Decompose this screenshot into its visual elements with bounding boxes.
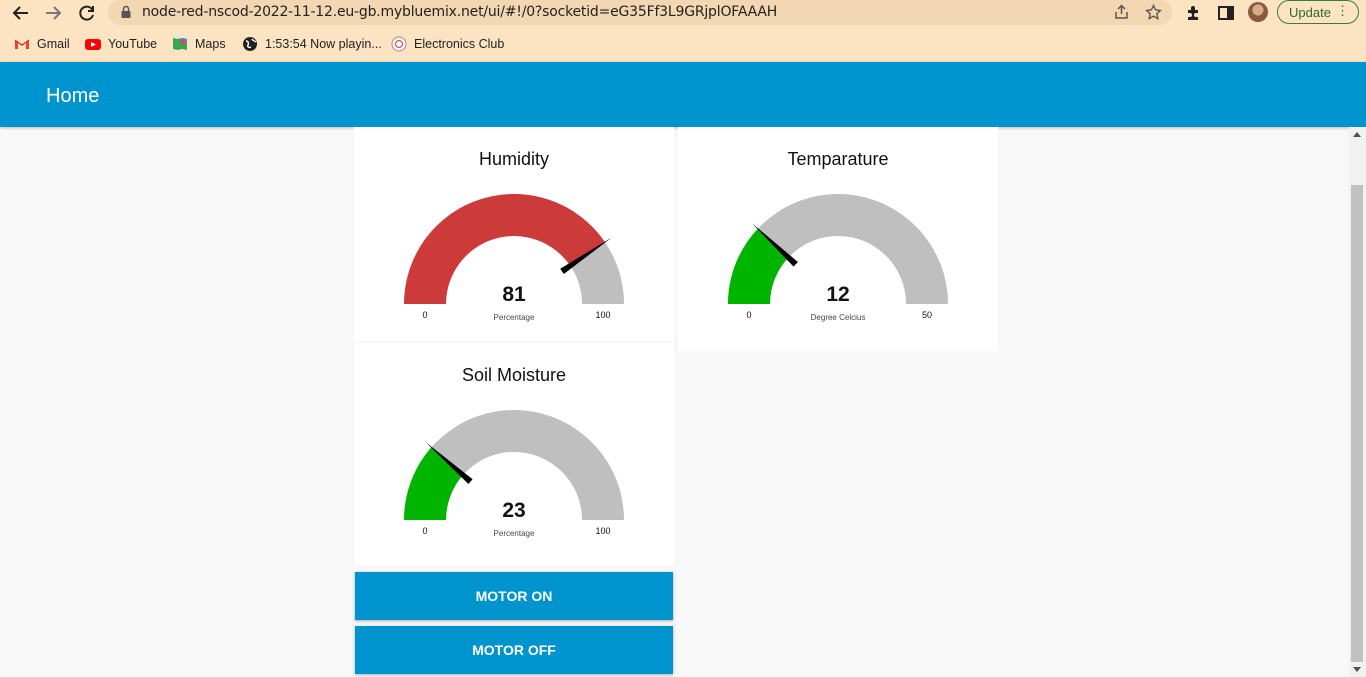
gauge-unit: Degree Celcius: [811, 313, 866, 322]
temperature-gauge: 12 Degree Celcius 0 50: [728, 194, 948, 322]
scroll-up-icon[interactable]: [1353, 132, 1361, 137]
bookmark-youtube[interactable]: YouTube: [85, 34, 157, 54]
extensions-icon[interactable]: [1185, 4, 1203, 22]
reload-icon[interactable]: [76, 2, 98, 24]
youtube-icon: [85, 36, 101, 52]
bookmark-label: YouTube: [108, 37, 158, 51]
update-label: Update: [1289, 4, 1331, 20]
gauge-unit: Percentage: [494, 529, 535, 538]
maps-icon: [172, 36, 188, 52]
gauge-max-label: 100: [595, 526, 610, 536]
menu-dots-icon: ⋮: [1336, 3, 1349, 18]
humidity-gauge: 81 Percentage 0 100: [404, 194, 624, 322]
motor-off-button[interactable]: MOTOR OFF: [355, 626, 673, 674]
gauge-max-label: 50: [922, 310, 932, 320]
gauge-min-label: 0: [422, 526, 427, 536]
star-icon[interactable]: [1145, 4, 1162, 21]
bookmark-label: 1:53:54 Now playin...: [265, 37, 382, 51]
bookmark-label: Electronics Club: [414, 37, 505, 51]
gauge-value: 23: [502, 499, 525, 522]
browser-chrome: node-red-nscod-2022-11-12.eu-gb.mybluemi…: [0, 0, 1366, 62]
gauge-value: 12: [826, 283, 849, 306]
electronics-club-icon: [391, 36, 407, 52]
url-text: node-red-nscod-2022-11-12.eu-gb.mybluemi…: [142, 4, 778, 20]
side-panel-icon[interactable]: [1217, 4, 1235, 22]
avatar[interactable]: [1248, 2, 1268, 22]
bookmarks-bar: Gmail YouTube Maps 1:53:54 Now playin...…: [0, 34, 1366, 54]
address-bar[interactable]: node-red-nscod-2022-11-12.eu-gb.mybluemi…: [108, 0, 1172, 25]
globe-icon: [242, 36, 258, 52]
gmail-icon: [14, 36, 30, 52]
bookmark-electronics-club[interactable]: Electronics Club: [391, 34, 504, 54]
soil-moisture-gauge-card: Soil Moisture 23 Percentage 0 100: [354, 343, 674, 565]
motor-on-button[interactable]: MOTOR ON: [355, 572, 673, 620]
forward-icon[interactable]: [42, 2, 64, 24]
temperature-gauge-card: Temparature 12 Degree Celcius 0 50: [678, 127, 998, 351]
scrollbar-thumb[interactable]: [1351, 185, 1363, 662]
update-button[interactable]: Update ⋮: [1277, 0, 1359, 24]
gauge-min-label: 0: [746, 310, 751, 320]
page-title: Home: [46, 85, 100, 107]
lock-icon: [121, 5, 131, 18]
bookmark-gmail[interactable]: Gmail: [14, 34, 70, 54]
scroll-down-icon[interactable]: [1353, 667, 1361, 672]
gauge-value: 81: [502, 283, 526, 306]
humidity-gauge-card: Humidity 81 Percentage 0 100: [354, 127, 674, 341]
gauge-unit: Percentage: [494, 313, 535, 322]
dashboard-header: Home: [0, 62, 1366, 127]
bookmark-label: Maps: [195, 37, 226, 51]
bookmark-label: Gmail: [37, 37, 70, 51]
gauge-min-label: 0: [422, 310, 427, 320]
soil-moisture-gauge: 23 Percentage 0 100: [404, 410, 624, 538]
share-icon[interactable]: [1113, 4, 1130, 21]
back-icon[interactable]: [10, 2, 32, 24]
bookmark-now-playing[interactable]: 1:53:54 Now playin...: [242, 34, 382, 54]
gauge-max-label: 100: [595, 310, 610, 320]
bookmark-maps[interactable]: Maps: [172, 34, 226, 54]
